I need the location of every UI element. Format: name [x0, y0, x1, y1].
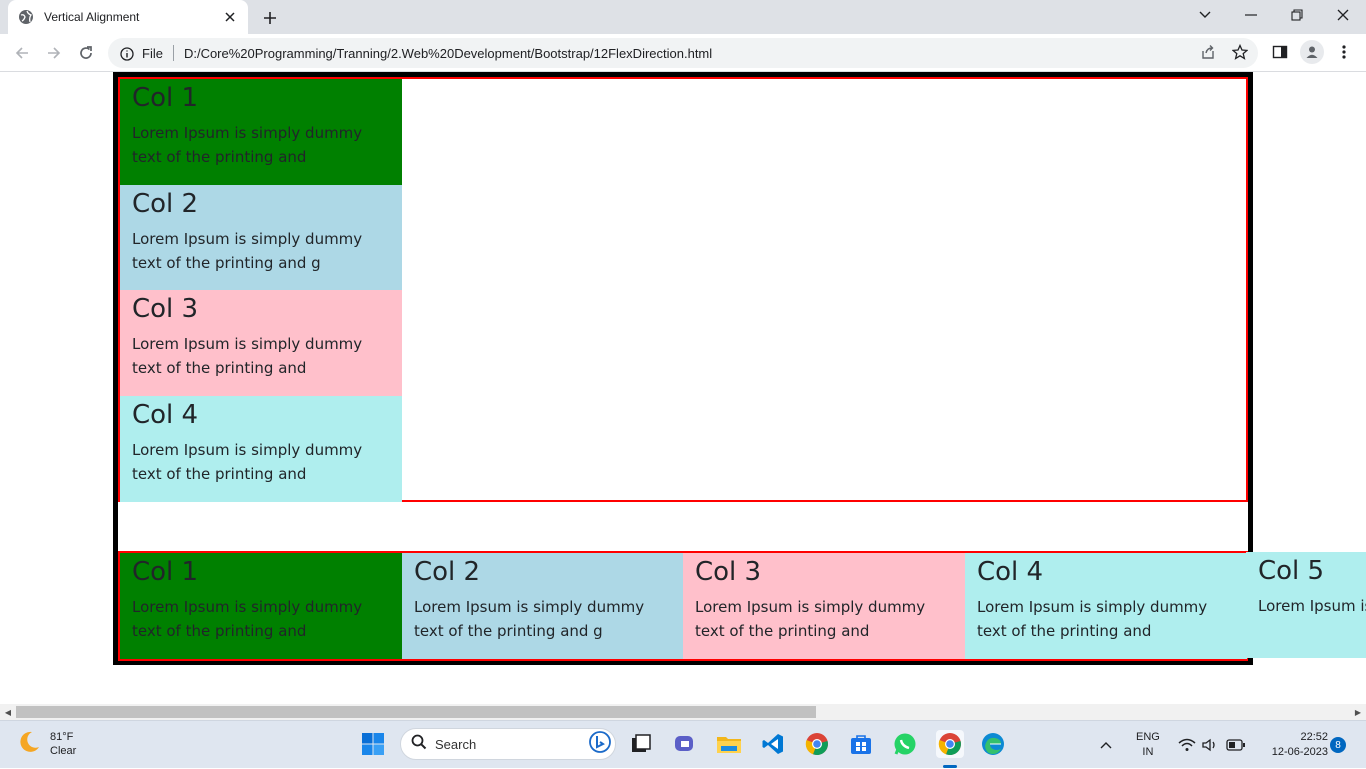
- column-card-1: Col 1 Lorem Ipsum is simply dummy text o…: [120, 79, 402, 185]
- flex-column-container: Col 1 Lorem Ipsum is simply dummy text o…: [118, 77, 1248, 502]
- card-text: Lorem Ipsum is simply dummy text of the …: [695, 598, 926, 640]
- page-viewport: Col 1 Lorem Ipsum is simply dummy text o…: [0, 72, 1366, 704]
- chrome-active-icon[interactable]: [936, 730, 964, 758]
- whatsapp-icon[interactable]: [892, 731, 918, 757]
- bookmark-star-icon[interactable]: [1230, 42, 1250, 62]
- omnibox-separator: [172, 45, 174, 61]
- show-hidden-icons-icon[interactable]: [1100, 721, 1112, 769]
- tab-search-chevron-icon[interactable]: [1182, 0, 1228, 30]
- restore-icon[interactable]: [1274, 0, 1320, 30]
- card-title: Col 3: [695, 557, 762, 587]
- browser-tab[interactable]: Vertical Alignment: [8, 0, 248, 34]
- card-text: Lorem Ipsum is simply dummy text of the …: [132, 230, 363, 272]
- card-title: Col 2: [414, 557, 481, 587]
- card-text: Lorem Ipsum is simply dummy text of the …: [977, 598, 1208, 640]
- back-icon[interactable]: [8, 39, 36, 67]
- row-card-4: Col 4 Lorem Ipsum is simply dummy text o…: [965, 553, 1247, 659]
- bing-icon[interactable]: [589, 731, 611, 757]
- language-code: ENG: [1136, 731, 1160, 743]
- globe-icon: [18, 9, 34, 25]
- task-view-icon[interactable]: [628, 731, 654, 757]
- reload-icon[interactable]: [72, 39, 100, 67]
- close-window-icon[interactable]: [1320, 0, 1366, 30]
- notification-badge[interactable]: 8: [1330, 721, 1346, 769]
- new-tab-icon[interactable]: [260, 8, 280, 28]
- card-title: Col 2: [132, 189, 199, 219]
- info-icon[interactable]: [120, 46, 134, 61]
- windows-taskbar: 81°F Clear Search ENG IN 22:52 12-06-202…: [0, 720, 1366, 768]
- windows-start-icon[interactable]: [360, 731, 386, 757]
- card-text: Lorem Ipsum is: [1258, 597, 1366, 615]
- tab-title: Vertical Alignment: [44, 10, 140, 24]
- flex-row-container: Col 1 Lorem Ipsum is simply dummy text o…: [118, 551, 1248, 661]
- tab-strip: Vertical Alignment: [0, 0, 1366, 34]
- url-scheme-label: File: [142, 45, 163, 61]
- card-text: Lorem Ipsum is simply dummy text of the …: [132, 441, 363, 483]
- row-card-3: Col 3 Lorem Ipsum is simply dummy text o…: [683, 553, 965, 659]
- column-card-2: Col 2 Lorem Ipsum is simply dummy text o…: [120, 185, 402, 291]
- search-icon: [411, 734, 427, 754]
- card-title: Col 3: [132, 294, 199, 324]
- volume-icon[interactable]: [1202, 721, 1218, 769]
- card-title: Col 1: [132, 83, 199, 113]
- language-region: IN: [1142, 746, 1154, 758]
- menu-kebab-icon[interactable]: [1334, 42, 1354, 62]
- weather-widget[interactable]: 81°F Clear: [16, 729, 76, 759]
- chrome-icon[interactable]: [804, 731, 830, 757]
- card-title: Col 5: [1258, 556, 1325, 586]
- browser-toolbar: File D:/Core%20Programming/Tranning/2.We…: [0, 34, 1366, 72]
- forward-icon[interactable]: [40, 39, 68, 67]
- wifi-icon[interactable]: [1178, 721, 1196, 769]
- weather-desc: Clear: [50, 745, 77, 757]
- close-tab-icon[interactable]: [222, 9, 238, 25]
- clock-time: 22:52: [1300, 731, 1328, 743]
- card-text: Lorem Ipsum is simply dummy text of the …: [132, 124, 363, 166]
- url-text[interactable]: D:/Core%20Programming/Tranning/2.Web%20D…: [184, 46, 712, 61]
- teams-chat-icon[interactable]: [672, 731, 698, 757]
- card-title: Col 4: [132, 400, 199, 430]
- address-bar[interactable]: File D:/Core%20Programming/Tranning/2.We…: [108, 38, 1258, 68]
- clock[interactable]: 22:52 12-06-2023: [1256, 721, 1328, 769]
- card-text: Lorem Ipsum is simply dummy text of the …: [414, 598, 645, 640]
- row-card-2: Col 2 Lorem Ipsum is simply dummy text o…: [402, 553, 684, 659]
- column-card-3: Col 3 Lorem Ipsum is simply dummy text o…: [120, 290, 402, 396]
- battery-icon[interactable]: [1226, 721, 1246, 769]
- notification-count: 8: [1330, 737, 1346, 753]
- share-icon[interactable]: [1198, 42, 1218, 62]
- scrollbar-thumb[interactable]: [16, 706, 816, 718]
- language-indicator[interactable]: ENG IN: [1136, 721, 1160, 769]
- minimize-icon[interactable]: [1228, 0, 1274, 30]
- vscode-icon[interactable]: [760, 731, 786, 757]
- profile-avatar-icon[interactable]: [1300, 40, 1324, 64]
- row-card-1: Col 1 Lorem Ipsum is simply dummy text o…: [120, 553, 402, 659]
- clock-date: 12-06-2023: [1271, 746, 1328, 758]
- horizontal-scrollbar[interactable]: ◀ ▶: [0, 704, 1366, 720]
- taskbar-search[interactable]: Search: [400, 728, 616, 760]
- weather-temp: 81°F: [50, 731, 74, 743]
- outer-container: Col 1 Lorem Ipsum is simply dummy text o…: [113, 72, 1253, 665]
- card-title: Col 1: [132, 557, 199, 587]
- moon-icon: [16, 729, 42, 759]
- row-card-5: Col 5 Lorem Ipsum is: [1246, 552, 1366, 658]
- card-text: Lorem Ipsum is simply dummy text of the …: [132, 598, 363, 640]
- column-card-4: Col 4 Lorem Ipsum is simply dummy text o…: [120, 396, 402, 502]
- edge-icon[interactable]: [980, 731, 1006, 757]
- search-label: Search: [435, 736, 477, 752]
- file-explorer-icon[interactable]: [716, 731, 742, 757]
- side-panel-icon[interactable]: [1270, 42, 1290, 62]
- store-icon[interactable]: [848, 731, 874, 757]
- card-text: Lorem Ipsum is simply dummy text of the …: [132, 335, 363, 377]
- scroll-right-arrow-icon[interactable]: ▶: [1350, 704, 1366, 720]
- scroll-left-arrow-icon[interactable]: ◀: [0, 704, 16, 720]
- card-title: Col 4: [977, 557, 1044, 587]
